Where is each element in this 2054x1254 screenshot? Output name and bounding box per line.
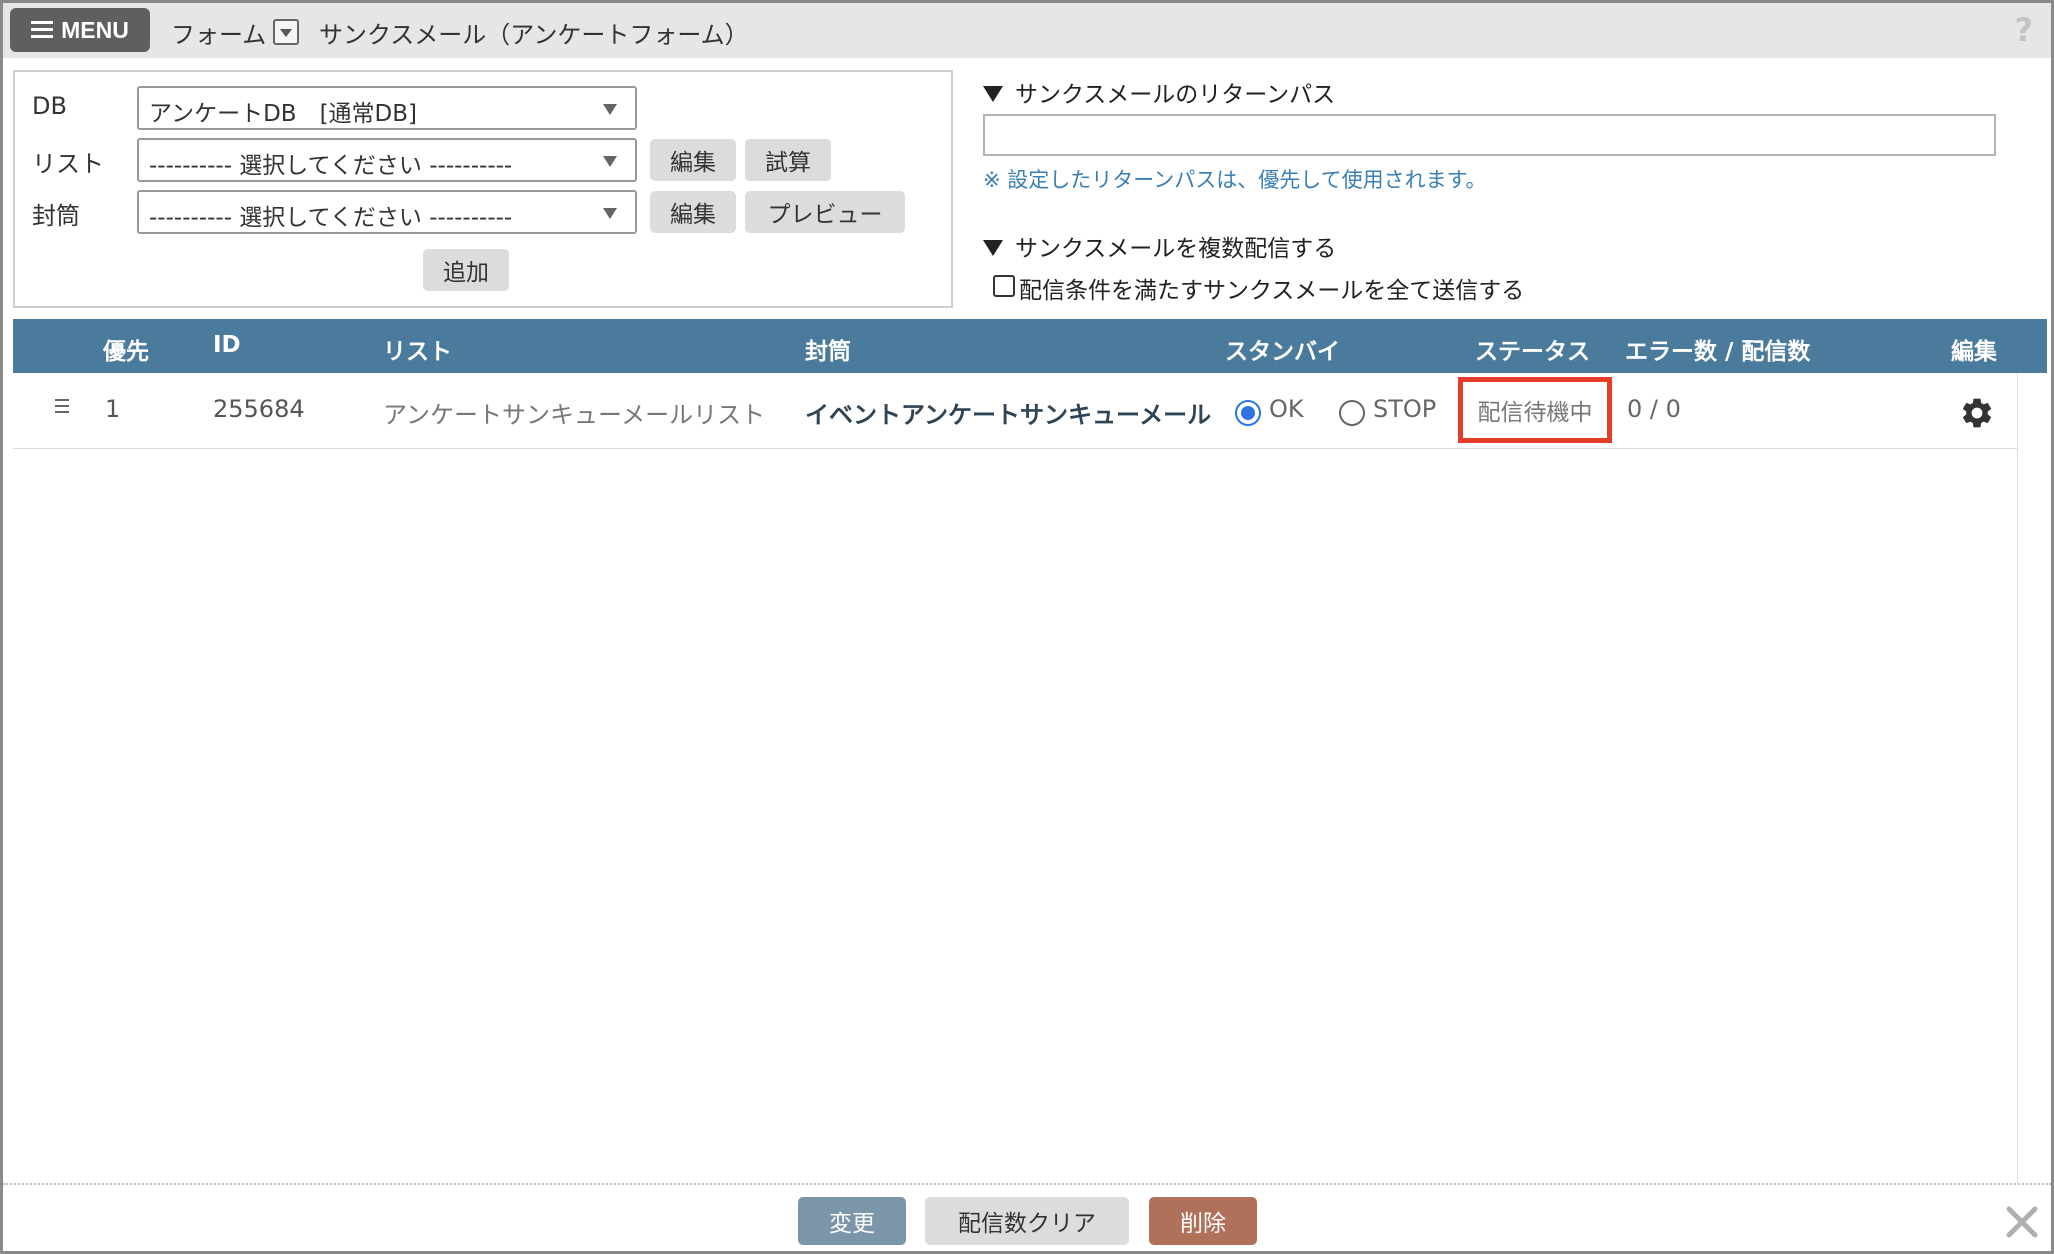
- envelope-edit-button[interactable]: 編集: [650, 191, 736, 233]
- db-select[interactable]: アンケートDB [通常DB]: [137, 86, 637, 130]
- col-envelope: 封筒: [805, 339, 851, 365]
- standby-ok-label[interactable]: OK: [1269, 395, 1304, 423]
- gear-icon[interactable]: [1959, 395, 1995, 431]
- change-button[interactable]: 変更: [798, 1197, 906, 1245]
- send-all-checkbox-label[interactable]: 配信条件を満たすサンクスメールを全て送信する: [1019, 271, 1524, 305]
- standby-stop-radio[interactable]: [1339, 400, 1365, 426]
- clear-count-button[interactable]: 配信数クリア: [925, 1197, 1129, 1245]
- header-bar: MENU フォーム サンクスメール（アンケートフォーム） ?: [3, 3, 2051, 58]
- db-label: DB: [32, 92, 67, 120]
- multi-send-title-text: サンクスメールを複数配信する: [1015, 236, 1337, 262]
- list-select[interactable]: ---------- 選択してください ----------: [137, 138, 637, 182]
- list-label: リスト: [32, 150, 104, 178]
- col-priority: 優先: [103, 339, 149, 365]
- scroll-track[interactable]: [2017, 373, 2018, 1183]
- page-title: サンクスメール（アンケートフォーム）: [319, 21, 749, 49]
- col-status: ステータス: [1475, 339, 1590, 365]
- add-form-panel: DB アンケートDB [通常DB] リスト ---------- 選択してくださ…: [13, 70, 953, 308]
- help-icon[interactable]: ?: [2014, 11, 2033, 49]
- status-badge: 配信待機中: [1458, 377, 1612, 443]
- add-button[interactable]: 追加: [423, 249, 509, 291]
- table-header: 優先 ID リスト 封筒 スタンバイ ステータス エラー数 / 配信数 編集: [13, 319, 2047, 373]
- db-select-value: アンケートDB [通常DB]: [149, 101, 418, 127]
- row-id: 255684: [213, 395, 305, 423]
- row-list: アンケートサンキューメールリスト: [383, 401, 766, 429]
- trial-button[interactable]: 試算: [745, 139, 831, 181]
- menu-button[interactable]: MENU: [10, 8, 150, 52]
- list-edit-button[interactable]: 編集: [650, 139, 736, 181]
- return-path-note: ※ 設定したリターンパスは、優先して使用されます。: [983, 168, 1487, 192]
- close-icon[interactable]: [2005, 1205, 2039, 1239]
- col-id: ID: [213, 332, 241, 358]
- select-arrow-icon: [603, 156, 617, 167]
- hamburger-icon: [31, 21, 54, 39]
- standby-ok-radio[interactable]: [1235, 400, 1261, 426]
- return-path-input[interactable]: [983, 114, 1996, 156]
- return-path-title: サンクスメールのリターンパス: [983, 75, 1335, 109]
- send-all-checkbox[interactable]: [993, 275, 1015, 297]
- select-arrow-icon: [603, 208, 617, 219]
- envelope-select[interactable]: ---------- 選択してください ----------: [137, 190, 637, 234]
- col-edit: 編集: [1951, 339, 1997, 365]
- col-standby: スタンバイ: [1225, 339, 1340, 365]
- drag-handle-icon[interactable]: [55, 399, 69, 413]
- thanks-mail-window: MENU フォーム サンクスメール（アンケートフォーム） ? DB アンケートD…: [0, 0, 2054, 1254]
- envelope-select-value: ---------- 選択してください ----------: [149, 205, 513, 231]
- footer-bar: 変更 配信数クリア 削除: [3, 1183, 2051, 1251]
- select-arrow-icon: [603, 104, 617, 115]
- multi-send-title: サンクスメールを複数配信する: [983, 229, 1336, 263]
- col-list: リスト: [383, 339, 452, 365]
- triangle-down-icon: [983, 239, 1003, 256]
- envelope-label: 封筒: [32, 202, 80, 230]
- preview-button[interactable]: プレビュー: [745, 191, 905, 233]
- table-row: 1 255684 アンケートサンキューメールリスト イベントアンケートサンキュー…: [13, 373, 2017, 449]
- chevron-down-icon[interactable]: [273, 19, 299, 45]
- row-envelope[interactable]: イベントアンケートサンキューメール: [805, 395, 1211, 430]
- delete-button[interactable]: 削除: [1149, 1197, 1257, 1245]
- col-counts: エラー数 / 配信数: [1625, 339, 1811, 365]
- row-priority: 1: [105, 395, 121, 423]
- triangle-down-icon: [983, 85, 1003, 102]
- row-counts: 0 / 0: [1627, 395, 1681, 423]
- breadcrumb-form[interactable]: フォーム: [171, 15, 266, 50]
- list-select-value: ---------- 選択してください ----------: [149, 153, 513, 179]
- return-path-title-text: サンクスメールのリターンパス: [1015, 82, 1336, 108]
- standby-stop-label[interactable]: STOP: [1373, 395, 1436, 423]
- menu-label: MENU: [61, 16, 129, 43]
